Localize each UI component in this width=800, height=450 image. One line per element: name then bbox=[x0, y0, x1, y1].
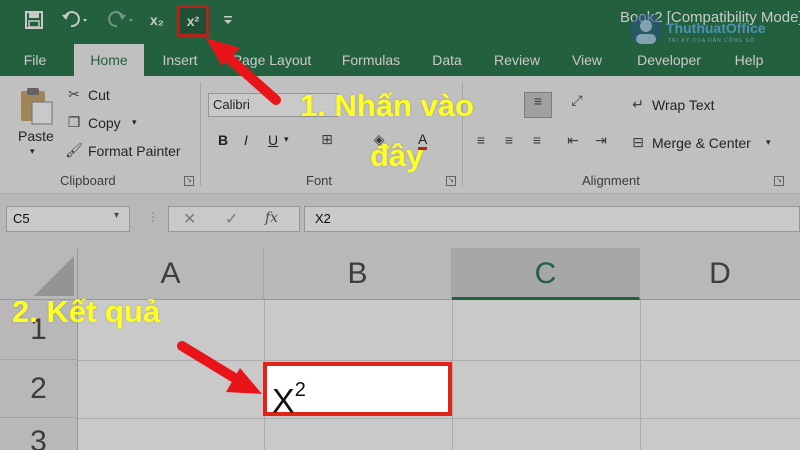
arrow-to-result bbox=[177, 341, 262, 394]
step2-note: 2. Kết quả bbox=[12, 294, 161, 329]
step1-note-continued: đây bbox=[370, 138, 424, 173]
annotation-arrows bbox=[177, 38, 281, 394]
step1-note: 1. Nhấn vào bbox=[300, 88, 474, 123]
arrow-to-superscript bbox=[206, 38, 281, 105]
